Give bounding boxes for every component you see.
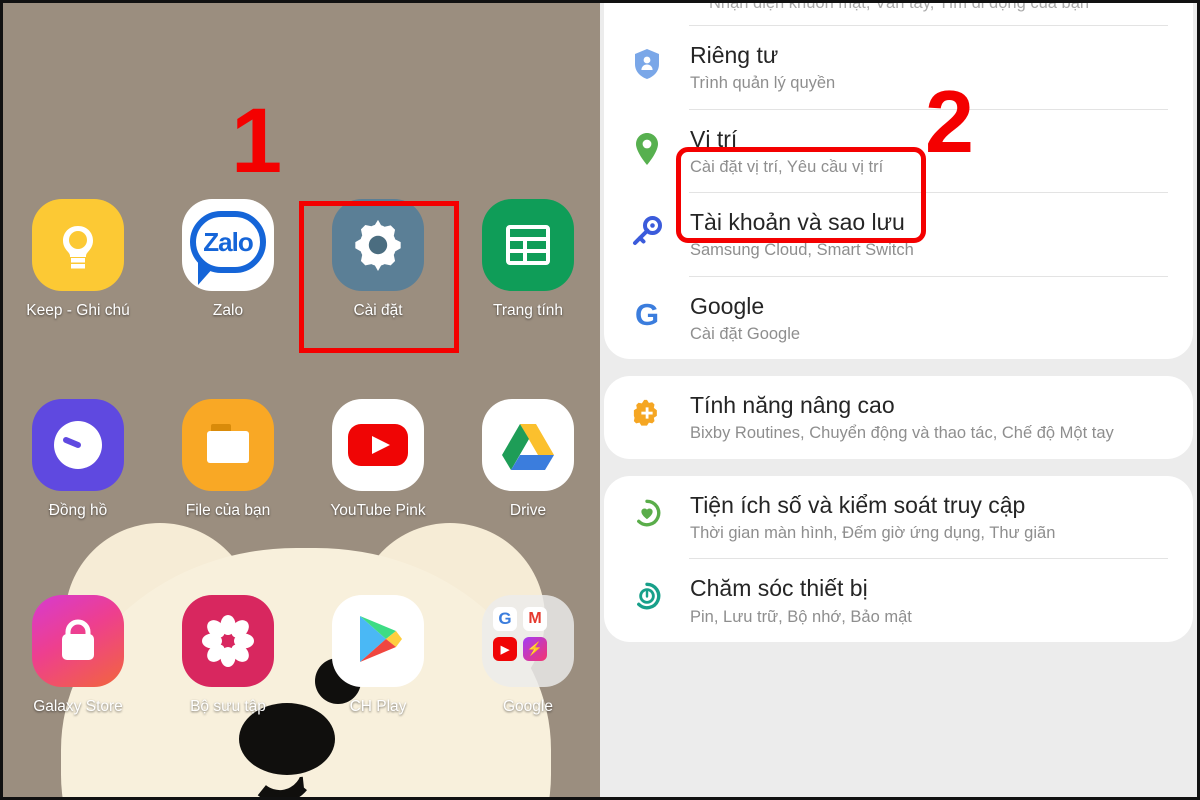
app-label: Keep - Ghi chú xyxy=(26,302,130,319)
app-label: Drive xyxy=(509,502,547,519)
app-label: File của bạn xyxy=(185,502,271,519)
app-icon-zalo[interactable]: Zalo Zalo xyxy=(153,199,303,320)
item-text: Chăm sóc thiết bị Pin, Lưu trữ, Bộ nhớ, … xyxy=(670,575,1173,628)
key-icon xyxy=(624,209,670,247)
messenger-mini-icon: ⚡ xyxy=(523,637,547,661)
app-folder-google[interactable]: G M ▶ ⚡ Google xyxy=(453,595,600,716)
app-label: Đồng hồ xyxy=(48,502,108,519)
item-text: Tiện ích số và kiểm soát truy cập Thời g… xyxy=(670,492,1173,545)
app-icon-clock[interactable]: Đồng hồ xyxy=(3,399,153,520)
item-text: Tính năng nâng cao Bixby Routines, Chuyể… xyxy=(670,392,1173,445)
app-icon-keep[interactable]: Keep - Ghi chú xyxy=(3,199,153,320)
settings-card-digital-wellbeing: Tiện ích số và kiểm soát truy cập Thời g… xyxy=(604,475,1193,642)
app-label: YouTube Pink xyxy=(330,502,426,519)
item-title: Riêng tư xyxy=(690,42,779,68)
zalo-bubble: Zalo xyxy=(190,211,266,273)
app-icon-play-store[interactable]: CH Play xyxy=(303,595,453,716)
item-title: Vị trí xyxy=(690,125,738,152)
item-subtitle: Pin, Lưu trữ, Bộ nhớ, Bảo mật xyxy=(690,607,912,626)
youtube-mini-icon: ▶ xyxy=(493,637,517,661)
item-text: Google Cài đặt Google xyxy=(670,293,1173,346)
location-pin-icon xyxy=(624,126,670,166)
zalo-icon: Zalo xyxy=(182,199,274,291)
app-label: CH Play xyxy=(349,698,407,715)
settings-panel: Nhận diện khuôn mặt, Vân tay, Tìm di độn… xyxy=(600,0,1200,800)
item-subtitle: Nhận diện khuôn mặt, Vân tay, Tìm di độn… xyxy=(709,3,1090,12)
shield-person-icon xyxy=(624,42,670,80)
item-subtitle: Cài đặt Google xyxy=(690,324,801,343)
item-title: Tài khoản và sao lưu xyxy=(690,209,905,236)
clock-icon xyxy=(32,399,124,491)
shopping-bag-icon xyxy=(32,595,124,687)
item-title: Chăm sóc thiết bị xyxy=(690,575,868,602)
app-label: Trang tính xyxy=(492,302,564,319)
home-screen-panel: Keep - Ghi chú Zalo Zalo Cài đặt Trang t… xyxy=(0,0,600,800)
item-title: Tiện ích số và kiểm soát truy cập xyxy=(690,491,1026,518)
app-icon-galaxy-store[interactable]: Galaxy Store xyxy=(3,595,153,716)
folder-icon xyxy=(182,399,274,491)
settings-card-advanced: Tính năng nâng cao Bixby Routines, Chuyể… xyxy=(604,376,1193,459)
settings-item-device-care[interactable]: Chăm sóc thiết bị Pin, Lưu trữ, Bộ nhớ, … xyxy=(604,559,1193,642)
flower-icon xyxy=(182,595,274,687)
folder-mini-icons: G M ▶ ⚡ xyxy=(482,595,574,687)
app-label: Zalo xyxy=(212,302,244,319)
settings-item-google[interactable]: G Google Cài đặt Google xyxy=(604,277,1193,360)
item-subtitle: Samsung Cloud, Smart Switch xyxy=(690,241,914,260)
app-icon-gallery[interactable]: Bộ sưu tập xyxy=(153,595,303,716)
settings-item-biometrics-clipped[interactable]: Nhận diện khuôn mặt, Vân tay, Tìm di độn… xyxy=(604,3,1193,25)
app-label: Bộ sưu tập xyxy=(190,698,266,715)
item-subtitle: Cài đặt vị trí, Yêu cầu vị trí xyxy=(690,157,884,176)
gear-plus-icon xyxy=(624,392,670,428)
app-label: Galaxy Store xyxy=(33,698,123,715)
item-title: Google xyxy=(690,292,765,319)
item-subtitle: Bixby Routines, Chuyển động và thao tác,… xyxy=(690,424,1114,443)
app-icon-drive[interactable]: Drive xyxy=(453,399,600,520)
app-label: Google xyxy=(503,698,553,715)
highlight-box-settings-app xyxy=(299,201,459,353)
item-text: Vị trí Cài đặt vị trí, Yêu cầu vị trí xyxy=(670,126,1173,179)
app-folder-icon: G M ▶ ⚡ xyxy=(482,595,574,687)
screenshot-root: Keep - Ghi chú Zalo Zalo Cài đặt Trang t… xyxy=(0,0,1200,800)
play-store-icon xyxy=(332,595,424,687)
annotation-step-2: 2 xyxy=(925,72,974,171)
item-subtitle: Trình quản lý quyền xyxy=(690,74,836,93)
settings-item-accounts-backup[interactable]: Tài khoản và sao lưu Samsung Cloud, Smar… xyxy=(604,193,1193,276)
settings-card-clipped-top: Nhận diện khuôn mặt, Vân tay, Tìm di độn… xyxy=(604,3,1193,360)
app-icon-sheets[interactable]: Trang tính xyxy=(453,199,600,320)
google-mini-icon: G xyxy=(493,607,517,631)
app-icon-my-files[interactable]: File của bạn xyxy=(153,399,303,520)
heart-circle-icon xyxy=(624,492,670,528)
device-care-icon xyxy=(624,575,670,611)
gmail-mini-icon: M xyxy=(523,607,547,631)
youtube-icon xyxy=(332,399,424,491)
drive-icon xyxy=(482,399,574,491)
item-text: Tài khoản và sao lưu Samsung Cloud, Smar… xyxy=(670,209,1173,262)
settings-item-location[interactable]: Vị trí Cài đặt vị trí, Yêu cầu vị trí xyxy=(604,110,1193,193)
lightbulb-icon xyxy=(32,199,124,291)
app-row-2: Đồng hồ File của bạn YouTube Pink Drive xyxy=(3,399,600,520)
app-grid: Keep - Ghi chú Zalo Zalo Cài đặt Trang t… xyxy=(3,3,600,797)
settings-item-advanced-features[interactable]: Tính năng nâng cao Bixby Routines, Chuyể… xyxy=(604,376,1193,459)
item-subtitle: Thời gian màn hình, Đếm giờ ứng dụng, Th… xyxy=(690,523,1056,542)
app-row-3: Galaxy Store Bộ sưu tập CH Play G M ▶ ⚡ … xyxy=(3,595,600,716)
item-title: Tính năng nâng cao xyxy=(690,392,895,419)
sheets-icon xyxy=(482,199,574,291)
app-icon-youtube[interactable]: YouTube Pink xyxy=(303,399,453,520)
annotation-step-1: 1 xyxy=(231,90,283,192)
item-text: Riêng tư Trình quản lý quyền xyxy=(670,42,1173,95)
google-g-icon: G xyxy=(634,296,660,332)
settings-item-privacy[interactable]: Riêng tư Trình quản lý quyền xyxy=(604,26,1193,109)
zalo-wordmark: Zalo xyxy=(203,226,253,257)
settings-item-digital-wellbeing[interactable]: Tiện ích số và kiểm soát truy cập Thời g… xyxy=(604,476,1193,559)
